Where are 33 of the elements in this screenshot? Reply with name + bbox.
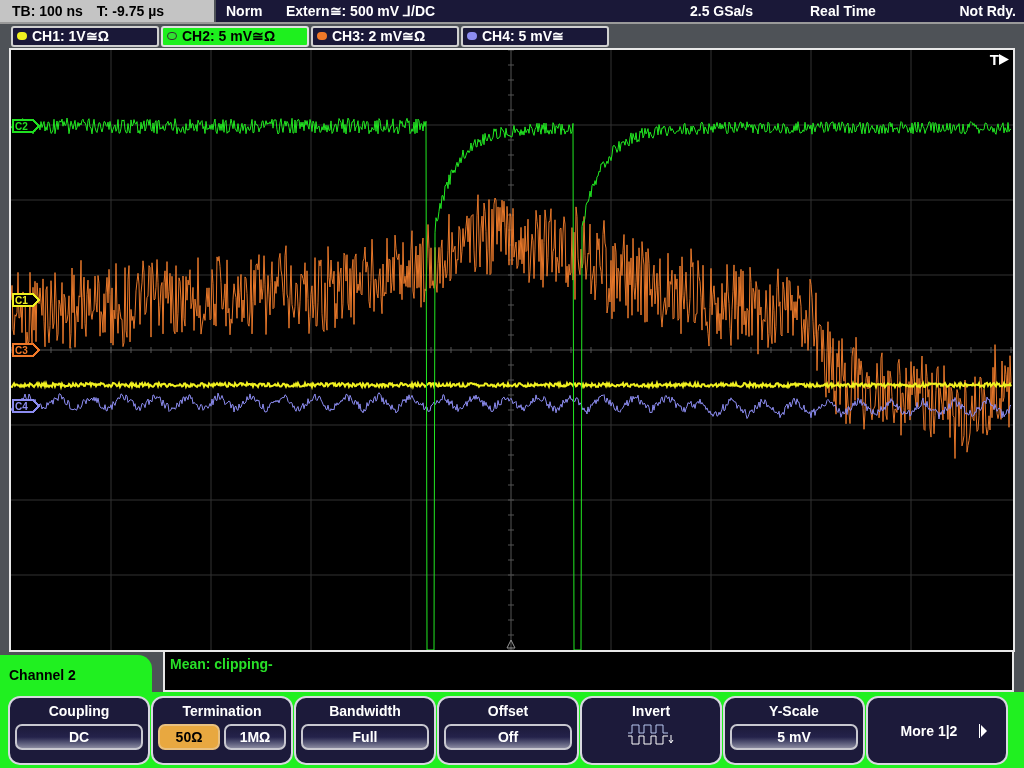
trigger-position-icon xyxy=(506,639,516,649)
timebase-readout: TB: 100 ns xyxy=(12,1,83,21)
trigger-source: Extern≅: 500 mV ⅃/DC xyxy=(286,1,437,21)
channel-marker: C4 xyxy=(12,399,41,413)
sample-rate: 2.5 GSa/s xyxy=(690,1,755,21)
channel-tab[interactable]: CH4: 5 mV≅ xyxy=(461,25,609,47)
softkey-label: Termination xyxy=(182,702,262,720)
channel-tab[interactable]: CH2: 5 mV≅Ω xyxy=(161,25,309,47)
channel-tab[interactable]: CH3: 2 mV≅Ω xyxy=(311,25,459,47)
softkey-label: Y-Scale xyxy=(769,702,819,720)
acquisition-mode: Real Time xyxy=(810,1,877,21)
right-arrow-icon xyxy=(979,723,988,738)
softkey-label: Offset xyxy=(487,702,529,720)
value-button[interactable]: DC xyxy=(15,724,143,750)
channel-marker: C2 xyxy=(12,119,41,133)
channel-tab[interactable]: CH1: 1V≅Ω xyxy=(11,25,159,47)
inverted-square-wave-icon xyxy=(628,724,674,746)
trigger-time-readout: T: -9.75 µs xyxy=(96,1,165,21)
channel-marker: C1 xyxy=(12,293,41,307)
softkey-button[interactable]: More 1|2 xyxy=(866,696,1008,765)
triangle-icon xyxy=(999,54,1009,65)
option-button[interactable]: 50Ω xyxy=(158,724,220,750)
softkey-button[interactable]: Invert xyxy=(580,696,722,765)
softkey-label: Coupling xyxy=(48,702,110,720)
option-button[interactable]: 1MΩ xyxy=(224,724,286,750)
value-button[interactable]: Off xyxy=(444,724,572,750)
channel-marker: C3 xyxy=(12,343,41,357)
value-button[interactable]: 5 mV xyxy=(730,724,858,750)
acquisition-state: Not Rdy. xyxy=(959,1,1017,21)
trigger-mode: Norm xyxy=(226,1,264,21)
softkey-label: Bandwidth xyxy=(329,702,401,720)
value-button[interactable]: Full xyxy=(301,724,429,750)
trigger-label: T xyxy=(989,52,999,67)
